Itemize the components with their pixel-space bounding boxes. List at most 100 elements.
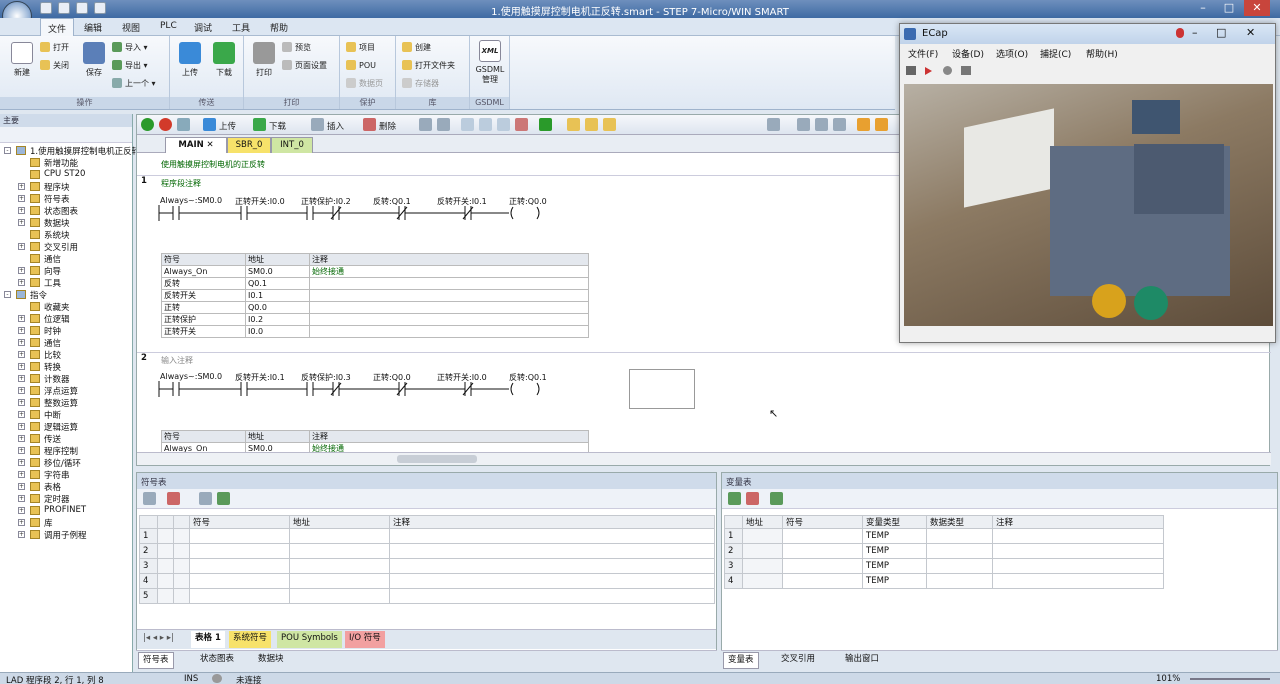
expand-icon[interactable]: + (18, 495, 25, 502)
monitor-icon[interactable] (419, 118, 432, 131)
box-icon[interactable] (497, 118, 510, 131)
ecap-maximize-icon[interactable]: □ (1216, 26, 1226, 39)
contact-icon[interactable] (461, 118, 474, 131)
var-type-cell[interactable]: TEMP (862, 528, 927, 544)
expand-icon[interactable]: + (18, 507, 25, 514)
network-2-ladder[interactable] (157, 381, 557, 397)
var-datatype-cell[interactable] (926, 528, 993, 544)
grid-cell[interactable] (157, 528, 174, 544)
grid-cell[interactable] (189, 588, 290, 604)
stop-icon[interactable] (159, 118, 172, 131)
table-icon[interactable] (875, 118, 888, 131)
var-symbol-cell[interactable] (782, 573, 863, 589)
grid-cell[interactable] (289, 558, 390, 574)
properties-icon[interactable] (815, 118, 828, 131)
bottom-tab-status-chart[interactable]: 状态图表 (196, 652, 238, 669)
create-button[interactable]: 创建 (402, 42, 431, 53)
grid-cell[interactable] (173, 543, 190, 559)
status-icon[interactable] (437, 118, 450, 131)
expand-icon[interactable]: + (18, 411, 25, 418)
sheet-tab-1[interactable]: 表格 1 (191, 631, 225, 648)
upload-tool-button[interactable]: 上传 (219, 120, 236, 132)
table-row[interactable]: 2 (139, 543, 715, 559)
preview-button[interactable]: 预览 (282, 42, 311, 53)
page-setup-button[interactable]: 页面设置 (282, 60, 327, 71)
open-button[interactable]: 打开 (40, 42, 69, 53)
bookmark-prev-icon[interactable] (603, 118, 616, 131)
grid-cell[interactable] (389, 528, 715, 544)
grid-cell[interactable] (189, 558, 290, 574)
var-datatype-cell[interactable] (926, 558, 993, 574)
tab-close-icon[interactable]: ✕ (206, 140, 213, 150)
var-comment-cell[interactable] (992, 558, 1164, 574)
table-row[interactable]: 3 TEMP (724, 558, 1164, 574)
expand-icon[interactable]: + (18, 327, 25, 334)
collapse-icon[interactable]: - (4, 291, 11, 298)
menu-edit[interactable]: 编辑 (84, 21, 102, 34)
selection-box[interactable] (629, 369, 695, 409)
ecap-menu-device[interactable]: 设备(D) (952, 47, 984, 60)
menu-debug[interactable]: 调试 (194, 21, 212, 34)
ecap-menu-options[interactable]: 选项(O) (996, 47, 1028, 60)
edit-icon[interactable] (857, 118, 870, 131)
save-icon[interactable] (76, 2, 88, 14)
ecap-stop-icon[interactable] (942, 66, 952, 75)
expand-icon[interactable]: + (18, 519, 25, 526)
compile-icon[interactable] (177, 118, 190, 131)
var-datatype-cell[interactable] (926, 543, 993, 559)
grid-cell[interactable] (173, 558, 190, 574)
var-address-cell[interactable] (742, 543, 783, 559)
delete-row-icon[interactable] (167, 492, 180, 505)
grid-cell[interactable] (389, 543, 715, 559)
sheet-tab-system[interactable]: 系统符号 (229, 631, 272, 648)
delete-tool-button[interactable]: 删除 (379, 120, 396, 132)
expand-icon[interactable]: + (18, 219, 25, 226)
symbol-icon[interactable] (767, 118, 780, 131)
table-row[interactable]: 2 TEMP (724, 543, 1164, 559)
grid-cell[interactable] (157, 588, 174, 604)
export-button[interactable]: 导出 ▾ (112, 60, 148, 71)
var-address-cell[interactable] (742, 528, 783, 544)
grid-cell[interactable] (289, 588, 390, 604)
table-row[interactable]: 1 (139, 528, 715, 544)
network-1-comment[interactable]: 程序段注释 (161, 178, 201, 189)
sheet-nav-icon[interactable]: |◂ ◂ ▸ ▸| (139, 631, 178, 648)
data-page-button[interactable]: 数据页 (346, 78, 383, 89)
scroll-thumb[interactable] (397, 455, 477, 463)
insert-icon[interactable] (311, 118, 324, 131)
var-datatype-cell[interactable] (926, 573, 993, 589)
download-tool-button[interactable]: 下载 (269, 120, 286, 132)
pou-button[interactable]: POU (346, 60, 376, 70)
new-button[interactable]: 新建 (8, 42, 36, 78)
apply-icon[interactable] (217, 492, 230, 505)
project-button[interactable]: 项目 (346, 42, 375, 53)
expand-icon[interactable]: + (18, 279, 25, 286)
run-icon[interactable] (141, 118, 154, 131)
expand-icon[interactable]: + (18, 315, 25, 322)
grid-cell[interactable] (189, 573, 290, 589)
ecap-pin-icon[interactable] (1176, 28, 1184, 38)
ecap-menu-help[interactable]: 帮助(H) (1086, 47, 1118, 60)
table-option-icon[interactable] (199, 492, 212, 505)
minimize-icon[interactable]: – (1190, 0, 1216, 16)
save-button[interactable]: 保存 (80, 42, 108, 78)
menu-tools[interactable]: 工具 (232, 21, 250, 34)
var-type-cell[interactable]: TEMP (862, 558, 927, 574)
bottom-tab-variables[interactable]: 变量表 (723, 652, 759, 669)
var-comment-cell[interactable] (992, 573, 1164, 589)
expand-icon[interactable]: + (18, 471, 25, 478)
grid-cell[interactable] (173, 573, 190, 589)
grid-cell[interactable] (389, 588, 715, 604)
ecap-record-icon[interactable] (924, 67, 932, 75)
ecap-camera-icon[interactable] (906, 66, 916, 75)
download-small-icon[interactable] (253, 118, 266, 131)
upload-small-icon[interactable] (203, 118, 216, 131)
print-button[interactable]: 打印 (250, 42, 278, 78)
table-row[interactable]: 1 TEMP (724, 528, 1164, 544)
grid-cell[interactable] (157, 573, 174, 589)
grid-cell[interactable] (173, 588, 190, 604)
expand-icon[interactable]: + (18, 183, 25, 190)
editor-horizontal-scrollbar[interactable] (137, 452, 1271, 465)
var-add-icon[interactable] (728, 492, 741, 505)
expand-icon[interactable]: + (18, 459, 25, 466)
